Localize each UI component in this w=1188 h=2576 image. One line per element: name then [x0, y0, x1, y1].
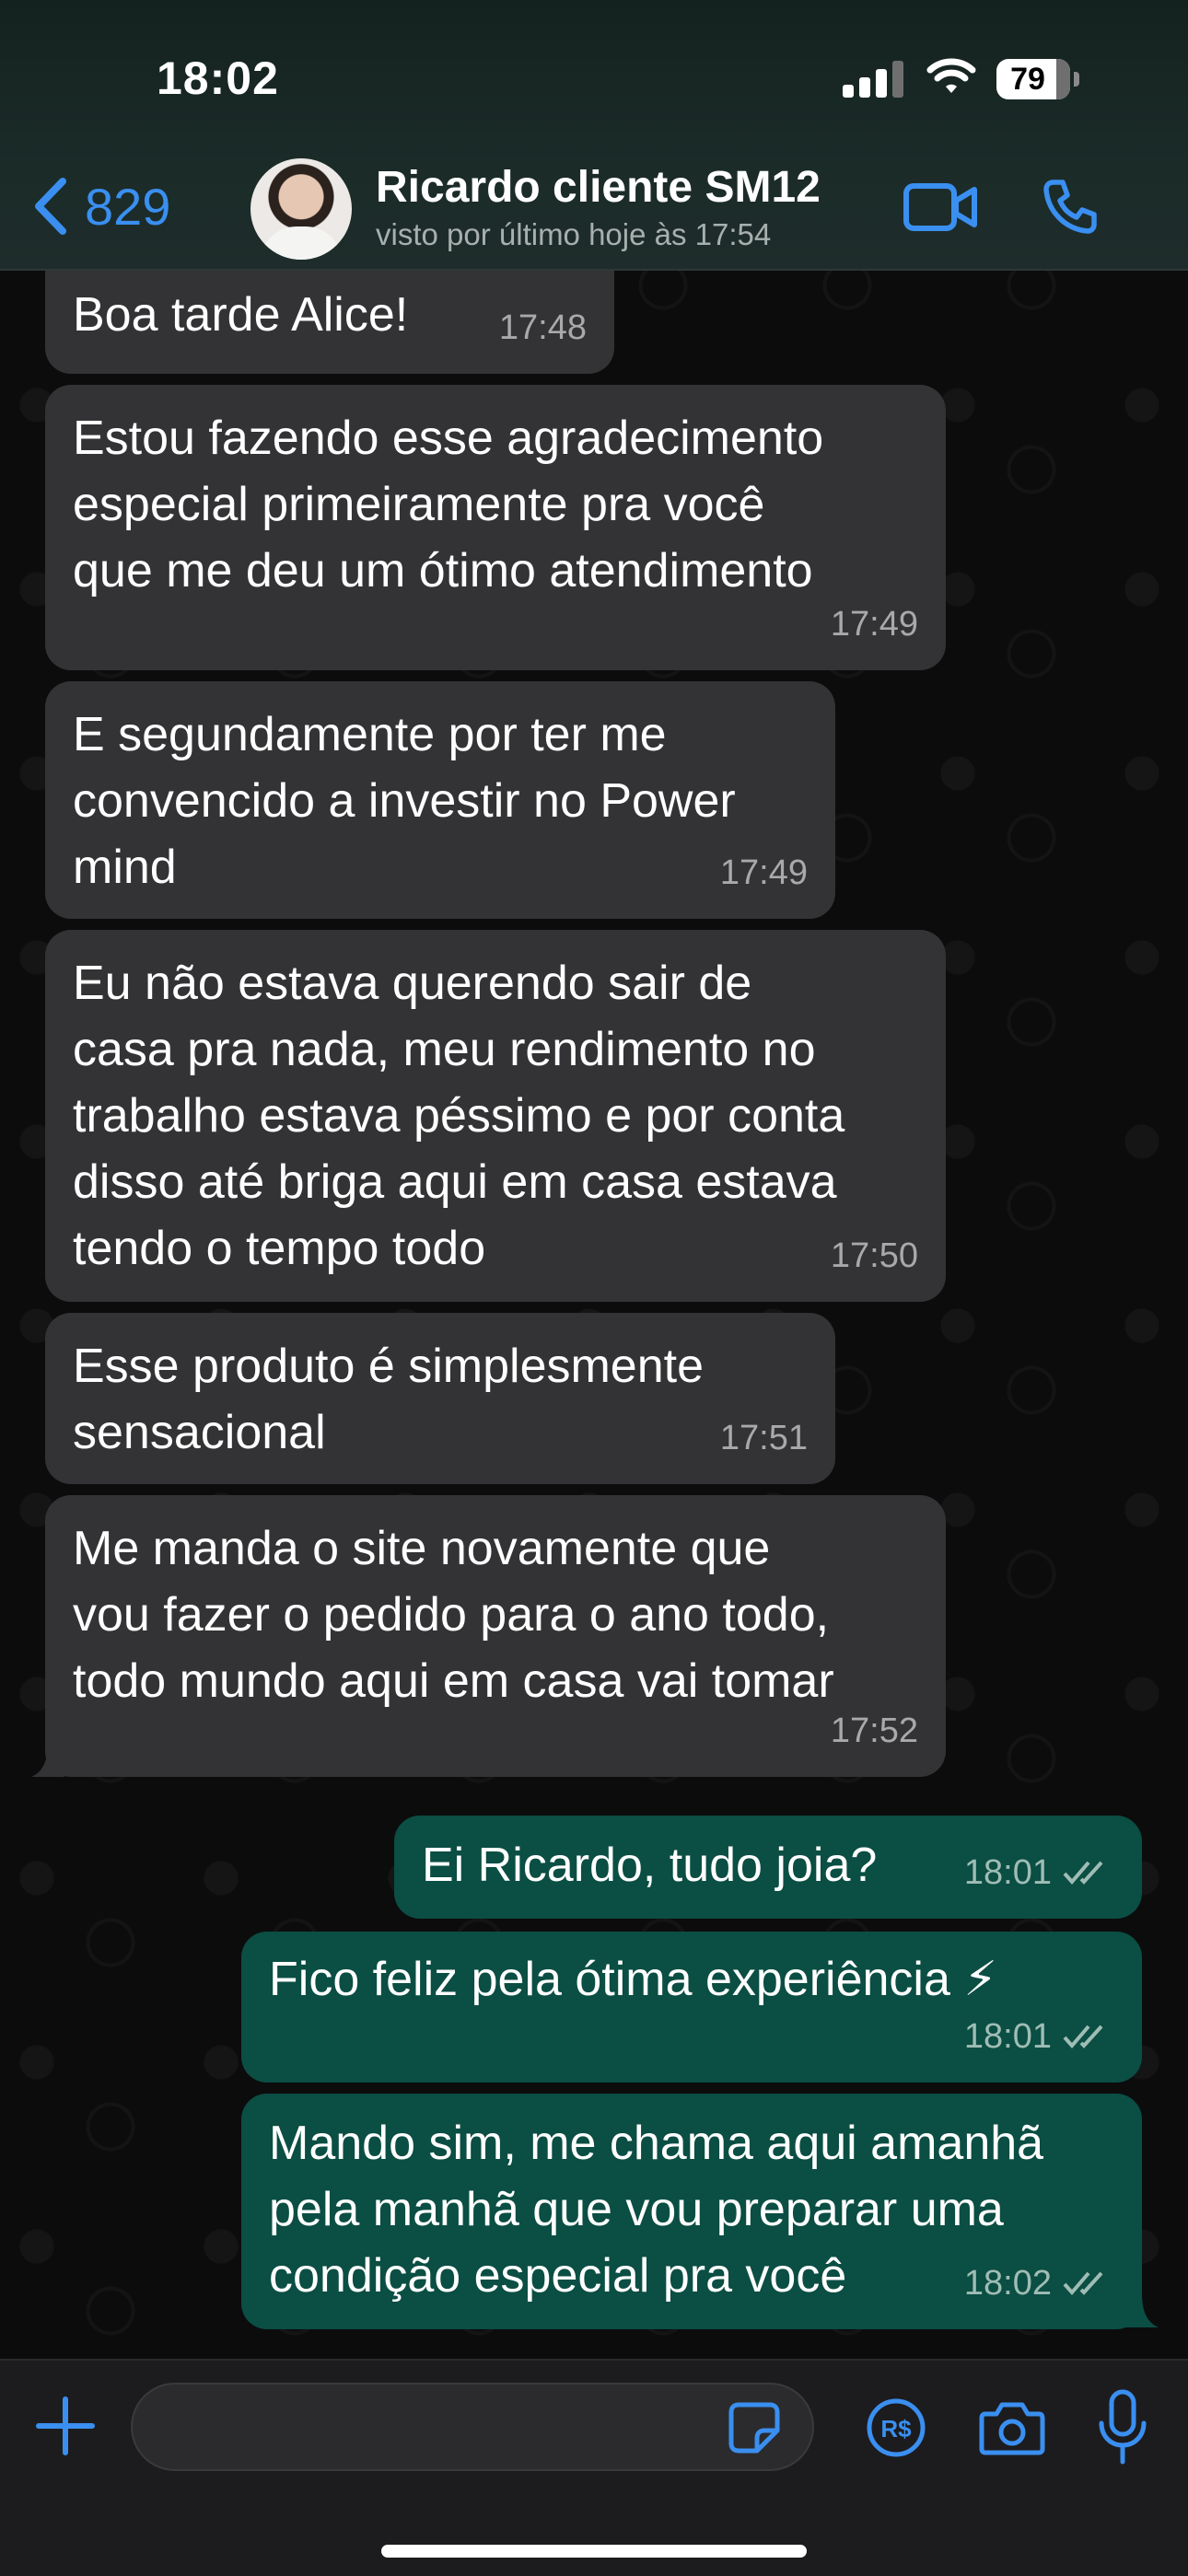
read-receipt-icon: [1063, 2271, 1103, 2296]
message-time: 18:02: [963, 2264, 1052, 2303]
message-time: 17:51: [719, 1419, 808, 1457]
message-meta: 18:01: [964, 2003, 1114, 2070]
status-time: 18:02: [157, 52, 279, 104]
message-bubble-incoming[interactable]: Eu não estava querendo sair de casa pra …: [45, 930, 946, 1302]
message-text: E segundamente por ter me convencido a i…: [73, 708, 736, 894]
message-time: 17:49: [719, 853, 808, 892]
message-bubble-outgoing[interactable]: Fico feliz pela ótima experiência ⚡ 18:0…: [241, 1932, 1142, 2083]
wifi-icon: [926, 58, 976, 93]
microphone-icon[interactable]: [1096, 2388, 1149, 2467]
message-meta: 18:01: [964, 1839, 1114, 1906]
message-time: 17:52: [830, 1712, 918, 1750]
pix-payment-icon[interactable]: R$: [866, 2397, 926, 2458]
unread-count: 829: [85, 177, 171, 236]
message-text: Me manda o site novamente que vou fazer …: [73, 1522, 834, 1708]
back-button[interactable]: 829: [31, 171, 170, 241]
message-input[interactable]: [131, 2383, 814, 2471]
bubble-tail: [1125, 2292, 1159, 2327]
read-receipt-icon: [1063, 1861, 1103, 1886]
message-bubble-incoming[interactable]: E segundamente por ter me convencido a i…: [45, 681, 835, 919]
message-time: 18:01: [963, 2017, 1052, 2056]
message-bubble-incoming[interactable]: Me manda o site novamente que vou fazer …: [45, 1495, 946, 1777]
avatar[interactable]: [250, 158, 352, 260]
message-time: 17:50: [830, 1236, 918, 1275]
message-bubble-outgoing[interactable]: Ei Ricardo, tudo joia? 18:01: [394, 1816, 1142, 1919]
battery-indicator: 79: [996, 59, 1081, 101]
chevron-left-icon: [35, 178, 66, 235]
message-bubble-incoming[interactable]: Esse produto é simplesmente sensacional …: [45, 1313, 835, 1484]
phone-icon[interactable]: [1041, 177, 1100, 236]
message-bubble-incoming[interactable]: Estou fazendo esse agradecimento especia…: [45, 385, 946, 670]
message-text: Esse produto é simplesmente sensacional: [73, 1340, 705, 1459]
message-text: Estou fazendo esse agradecimento especia…: [73, 412, 824, 598]
message-time: 17:49: [830, 605, 918, 644]
message-time: 17:48: [498, 308, 587, 347]
message-bubble-outgoing[interactable]: Mando sim, me chama aqui amanhã pela man…: [241, 2094, 1142, 2329]
cellular-signal-icon: [843, 61, 903, 98]
sticker-icon[interactable]: [726, 2399, 783, 2456]
compose-bar: R$: [0, 2359, 1188, 2576]
read-receipt-icon: [1063, 2025, 1103, 2049]
message-time: 18:01: [963, 1853, 1052, 1892]
bubble-tail: [31, 1742, 64, 1777]
home-indicator[interactable]: [381, 2545, 807, 2558]
battery-level: 79: [1010, 62, 1045, 97]
contact-name[interactable]: Ricardo cliente SM12: [376, 162, 821, 213]
svg-text:R$: R$: [880, 2415, 912, 2443]
message-text: Eu não estava querendo sair de casa pra …: [73, 957, 845, 1275]
camera-icon[interactable]: [978, 2397, 1046, 2458]
message-list[interactable]: Boa tarde Alice! 17:48 Estou fazendo ess…: [0, 269, 1188, 2359]
plus-icon[interactable]: [33, 2394, 98, 2458]
chat-header: 18:02 79 829 Ricardo cliente SM12 visto …: [0, 0, 1188, 271]
message-meta: 18:02: [964, 2250, 1114, 2316]
message-bubble-incoming[interactable]: Boa tarde Alice! 17:48: [45, 269, 614, 374]
contact-last-seen: visto por último hoje às 17:54: [376, 217, 772, 251]
video-camera-icon[interactable]: [903, 180, 978, 234]
